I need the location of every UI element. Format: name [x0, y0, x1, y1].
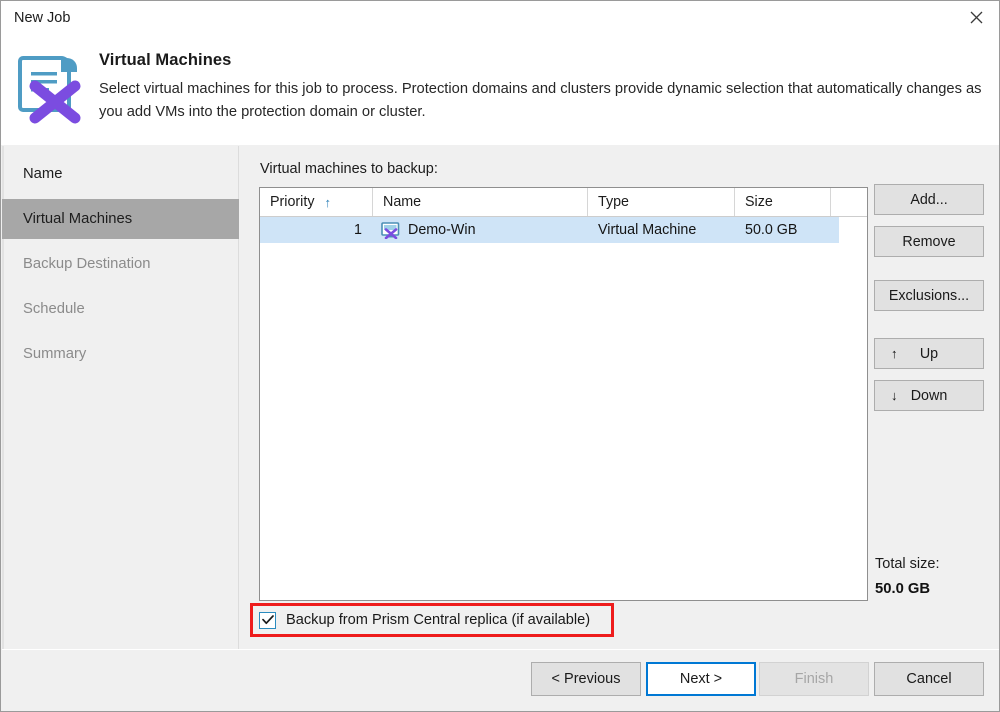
checkbox-checked-icon[interactable]: [259, 611, 276, 629]
footer-divider: [2, 649, 999, 650]
new-job-dialog: New Job Virtual Machines Select virtual …: [0, 0, 1000, 712]
cell-type: Virtual Machine: [598, 222, 697, 238]
next-button[interactable]: Next >: [646, 662, 756, 696]
column-header-name[interactable]: Name: [373, 188, 588, 216]
page-description: Select virtual machines for this job to …: [99, 81, 982, 120]
exclusions-button-label: Exclusions...: [888, 287, 970, 304]
table-body: 1 Demo-Win Virtual Machine 50.0 GB: [260, 217, 867, 243]
cell-name: Demo-Win: [373, 217, 588, 243]
sidebar-item-label: Backup Destination: [23, 256, 151, 272]
vm-table: Priority ↑ Name Type Size 1 Demo-Win Vir…: [259, 187, 868, 601]
dialog-header: Virtual Machines Select virtual machines…: [1, 35, 999, 145]
previous-button-label: < Previous: [551, 671, 621, 687]
table-header-row: Priority ↑ Name Type Size: [260, 188, 867, 217]
job-document-x-icon: [13, 46, 91, 124]
column-header-priority[interactable]: Priority ↑: [260, 188, 373, 216]
finish-button-label: Finish: [794, 671, 834, 687]
remove-button-label: Remove: [902, 233, 956, 250]
exclusions-button[interactable]: Exclusions...: [874, 280, 984, 311]
sidebar-item-label: Schedule: [23, 301, 85, 317]
arrow-down-icon: ↓: [891, 388, 898, 403]
virtual-machine-x-icon: [381, 221, 400, 239]
next-button-label: Next >: [679, 671, 723, 687]
remove-button[interactable]: Remove: [874, 226, 984, 257]
cell-priority: 1: [354, 222, 362, 238]
cell-name-text: Demo-Win: [408, 222, 476, 238]
column-header-size[interactable]: Size: [735, 188, 831, 216]
window-title: New Job: [14, 10, 71, 26]
page-title: Virtual Machines: [99, 51, 232, 69]
sidebar-item-schedule[interactable]: Schedule: [2, 289, 239, 329]
column-label: Priority: [270, 194, 315, 210]
prism-central-replica-checkbox-row[interactable]: Backup from Prism Central replica (if av…: [259, 610, 590, 630]
previous-button[interactable]: < Previous: [531, 662, 641, 696]
cell-size: 50.0 GB: [745, 222, 798, 238]
arrow-up-icon: ↑: [891, 346, 898, 361]
move-down-button[interactable]: ↓ Down: [874, 380, 984, 411]
close-icon[interactable]: [953, 1, 999, 33]
move-up-button[interactable]: ↑ Up: [874, 338, 984, 369]
add-button-label: Add...: [910, 191, 948, 208]
sidebar-item-name[interactable]: Name: [2, 154, 239, 194]
checkbox-label: Backup from Prism Central replica (if av…: [286, 612, 591, 628]
table-row[interactable]: 1 Demo-Win Virtual Machine 50.0 GB: [260, 217, 839, 243]
column-label: Size: [745, 194, 773, 210]
sidebar-item-label: Name: [23, 166, 63, 182]
column-label: Type: [598, 194, 629, 210]
finish-button: Finish: [759, 662, 869, 696]
cancel-button-label: Cancel: [906, 671, 952, 687]
sort-ascending-icon: ↑: [324, 194, 331, 210]
add-button[interactable]: Add...: [874, 184, 984, 215]
sidebar-item-summary[interactable]: Summary: [2, 334, 239, 374]
sidebar-item-backup-destination[interactable]: Backup Destination: [2, 244, 239, 284]
wizard-step-sidebar: Name Virtual Machines Backup Destination…: [2, 146, 239, 649]
sidebar-item-virtual-machines[interactable]: Virtual Machines: [2, 199, 239, 239]
total-size-value: 50.0 GB: [875, 581, 931, 597]
sidebar-item-label: Virtual Machines: [23, 211, 133, 227]
cancel-button[interactable]: Cancel: [874, 662, 984, 696]
sidebar-item-label: Summary: [23, 346, 87, 362]
move-up-button-label: Up: [919, 345, 939, 362]
column-label: Name: [383, 194, 422, 210]
total-size-label: Total size:: [875, 556, 940, 572]
column-header-type[interactable]: Type: [588, 188, 735, 216]
move-down-button-label: Down: [910, 387, 948, 404]
title-bar: New Job: [1, 1, 999, 35]
vm-list-label: Virtual machines to backup:: [260, 161, 438, 177]
